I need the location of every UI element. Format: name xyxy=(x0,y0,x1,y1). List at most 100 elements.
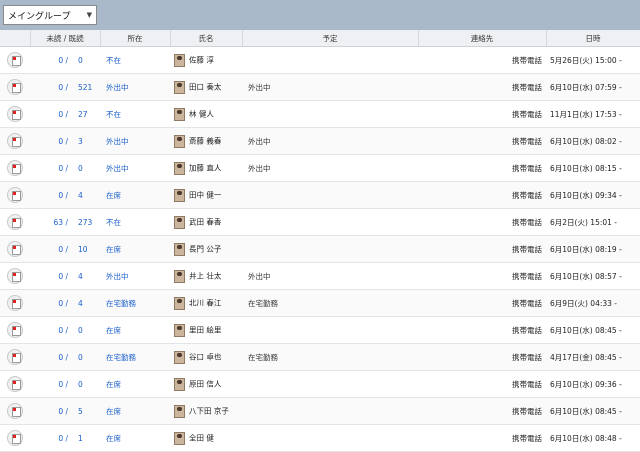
table-row[interactable]: 0 /4 外出中 井上 壮太 外出中 携帯電話 6月10日(水) 08:57 - xyxy=(0,262,640,290)
message-cell[interactable] xyxy=(0,262,30,290)
user-name: 武田 春香 xyxy=(189,217,222,226)
unread-count[interactable]: 0 / xyxy=(30,343,72,371)
presence-status[interactable]: 不在 xyxy=(100,46,171,74)
table-row[interactable]: 0 /0 在宅勤務 谷口 卓也 在宅勤務 携帯電話 4月17日(金) 08:45 - xyxy=(0,343,640,371)
message-cell[interactable] xyxy=(0,343,30,371)
presence-status[interactable]: 外出中 xyxy=(100,154,171,182)
unread-count[interactable]: 0 / xyxy=(30,73,72,101)
read-count[interactable]: 4 xyxy=(72,289,101,317)
read-count[interactable]: 0 xyxy=(72,343,101,371)
unread-count[interactable]: 0 / xyxy=(30,181,72,209)
message-icon[interactable] xyxy=(7,214,23,230)
datetime-cell: 11月1日(水) 17:53 - xyxy=(546,100,640,128)
presence-status[interactable]: 在席 xyxy=(100,181,171,209)
presence-status[interactable]: 外出中 xyxy=(100,73,171,101)
table-row[interactable]: 63 /273 不在 武田 春香 携帯電話 6月2日(火) 15:01 - xyxy=(0,208,640,236)
presence-status[interactable]: 在席 xyxy=(100,424,171,452)
table-row[interactable]: 0 /27 不在 林 健人 携帯電話 11月1日(水) 17:53 - xyxy=(0,100,640,128)
read-count[interactable]: 0 xyxy=(72,46,101,74)
contact-cell: 携帯電話 xyxy=(418,181,547,209)
message-cell[interactable] xyxy=(0,46,30,74)
unread-count[interactable]: 0 / xyxy=(30,235,72,263)
table-row[interactable]: 0 /10 在席 長門 公子 携帯電話 6月10日(水) 08:19 - xyxy=(0,235,640,263)
presence-status[interactable]: 在席 xyxy=(100,235,171,263)
presence-status[interactable]: 外出中 xyxy=(100,262,171,290)
table-row[interactable]: 0 /5 在席 八下田 京子 携帯電話 6月10日(水) 08:45 - xyxy=(0,397,640,425)
message-icon[interactable] xyxy=(7,430,23,446)
message-cell[interactable] xyxy=(0,127,30,155)
message-cell[interactable] xyxy=(0,289,30,317)
message-icon[interactable] xyxy=(7,295,23,311)
table-row[interactable]: 0 /1 在席 全田 健 携帯電話 6月10日(水) 08:48 - xyxy=(0,424,640,452)
presence-status[interactable]: 在席 xyxy=(100,370,171,398)
message-icon[interactable] xyxy=(7,187,23,203)
presence-status[interactable]: 在席 xyxy=(100,316,171,344)
unread-count[interactable]: 0 / xyxy=(30,316,72,344)
unread-count[interactable]: 0 / xyxy=(30,100,72,128)
message-cell[interactable] xyxy=(0,370,30,398)
presence-status[interactable]: 外出中 xyxy=(100,127,171,155)
read-count[interactable]: 10 xyxy=(72,235,101,263)
unread-count[interactable]: 0 / xyxy=(30,262,72,290)
table-row[interactable]: 0 /0 不在 佐藤 淳 携帯電話 5月26日(火) 15:00 - xyxy=(0,46,640,74)
unread-count[interactable]: 0 / xyxy=(30,424,72,452)
presence-status[interactable]: 不在 xyxy=(100,208,171,236)
header-contact[interactable]: 連絡先 xyxy=(418,30,547,47)
read-count[interactable]: 273 xyxy=(72,208,101,236)
message-icon[interactable] xyxy=(7,403,23,419)
read-count[interactable]: 0 xyxy=(72,316,101,344)
group-select[interactable]: メイングループ ▼ xyxy=(3,5,97,25)
message-cell[interactable] xyxy=(0,397,30,425)
message-icon[interactable] xyxy=(7,322,23,338)
message-icon[interactable] xyxy=(7,349,23,365)
message-icon[interactable] xyxy=(7,133,23,149)
read-count[interactable]: 0 xyxy=(72,370,101,398)
message-cell[interactable] xyxy=(0,181,30,209)
unread-count[interactable]: 0 / xyxy=(30,289,72,317)
read-count[interactable]: 0 xyxy=(72,154,101,182)
header-location[interactable]: 所在 xyxy=(100,30,171,47)
read-count[interactable]: 521 xyxy=(72,73,101,101)
unread-count[interactable]: 0 / xyxy=(30,370,72,398)
unread-count[interactable]: 0 / xyxy=(30,127,72,155)
message-cell[interactable] xyxy=(0,424,30,452)
unread-count[interactable]: 0 / xyxy=(30,46,72,74)
presence-status[interactable]: 在席 xyxy=(100,397,171,425)
message-icon[interactable] xyxy=(7,52,23,68)
message-cell[interactable] xyxy=(0,316,30,344)
message-icon[interactable] xyxy=(7,160,23,176)
table-row[interactable]: 0 /4 在席 田中 健一 携帯電話 6月10日(水) 09:34 - xyxy=(0,181,640,209)
message-cell[interactable] xyxy=(0,100,30,128)
unread-count[interactable]: 63 / xyxy=(30,208,72,236)
read-count[interactable]: 3 xyxy=(72,127,101,155)
header-unread-read[interactable]: 未読 / 既読 xyxy=(30,30,101,47)
presence-status[interactable]: 在宅勤務 xyxy=(100,289,171,317)
unread-count[interactable]: 0 / xyxy=(30,397,72,425)
read-count[interactable]: 27 xyxy=(72,100,101,128)
message-icon[interactable] xyxy=(7,268,23,284)
header-datetime[interactable]: 日時 xyxy=(546,30,640,47)
read-count[interactable]: 4 xyxy=(72,181,101,209)
table-row[interactable]: 0 /4 在宅勤務 北川 春江 在宅勤務 携帯電話 6月9日(火) 04:33 - xyxy=(0,289,640,317)
presence-status[interactable]: 不在 xyxy=(100,100,171,128)
read-count[interactable]: 4 xyxy=(72,262,101,290)
table-row[interactable]: 0 /3 外出中 斎藤 義春 外出中 携帯電話 6月10日(水) 08:02 - xyxy=(0,127,640,155)
read-count[interactable]: 5 xyxy=(72,397,101,425)
message-icon[interactable] xyxy=(7,376,23,392)
message-cell[interactable] xyxy=(0,235,30,263)
message-icon[interactable] xyxy=(7,79,23,95)
message-cell[interactable] xyxy=(0,208,30,236)
read-count[interactable]: 1 xyxy=(72,424,101,452)
table-row[interactable]: 0 /0 外出中 加藤 直人 外出中 携帯電話 6月10日(水) 08:15 - xyxy=(0,154,640,182)
message-cell[interactable] xyxy=(0,154,30,182)
table-row[interactable]: 0 /0 在席 里田 絵里 携帯電話 6月10日(水) 08:45 - xyxy=(0,316,640,344)
message-cell[interactable] xyxy=(0,73,30,101)
table-row[interactable]: 0 /0 在席 原田 信人 携帯電話 6月10日(水) 09:36 - xyxy=(0,370,640,398)
unread-count[interactable]: 0 / xyxy=(30,154,72,182)
message-icon[interactable] xyxy=(7,241,23,257)
table-row[interactable]: 0 /521 外出中 田口 奏太 外出中 携帯電話 6月10日(水) 07:59 - xyxy=(0,73,640,101)
message-icon[interactable] xyxy=(7,106,23,122)
presence-status[interactable]: 在宅勤務 xyxy=(100,343,171,371)
header-name[interactable]: 氏名 xyxy=(170,30,243,47)
header-schedule[interactable]: 予定 xyxy=(242,30,419,47)
